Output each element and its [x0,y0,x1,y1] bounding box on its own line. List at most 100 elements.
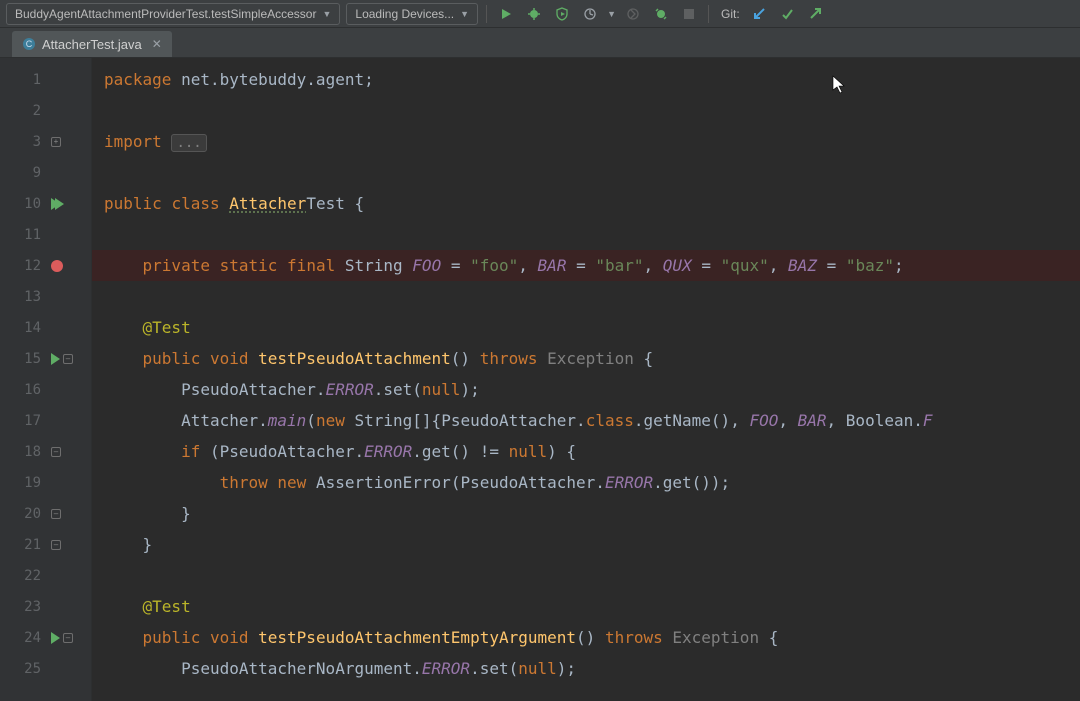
line-number: 22 [0,568,47,584]
debug-button[interactable] [523,3,545,25]
code-line[interactable]: public void testPseudoAttachment() throw… [92,343,1080,374]
fold-ellipsis[interactable]: ... [171,134,206,152]
rerun-button[interactable] [650,3,672,25]
code-line[interactable] [92,281,1080,312]
editor-tabstrip: C AttacherTest.java ✕ [0,28,1080,58]
devices-dropdown[interactable]: Loading Devices... ▼ [346,3,478,25]
gutter-row[interactable]: 1 [0,64,91,95]
run-gutter-icon[interactable] [51,353,60,365]
code-line[interactable] [92,560,1080,591]
line-number: 25 [0,661,47,677]
gutter-row[interactable]: 13 [0,281,91,312]
gutter-row[interactable]: 16 [0,374,91,405]
code-line[interactable] [92,95,1080,126]
code-line[interactable]: @Test [92,312,1080,343]
code-line[interactable]: PseudoAttacher.ERROR.set(null); [92,374,1080,405]
line-number: 11 [0,227,47,243]
line-number: 15 [0,351,47,367]
line-number: 13 [0,289,47,305]
run-button[interactable] [495,3,517,25]
gutter-row[interactable]: 22 [0,560,91,591]
gutter-icons: – [51,632,85,644]
line-number: 3 [0,134,47,150]
gutter-row[interactable]: 2 [0,95,91,126]
code-area[interactable]: package net.bytebuddy.agent; import ... … [92,58,1080,701]
code-line[interactable] [92,157,1080,188]
code-line[interactable]: } [92,529,1080,560]
gutter-row[interactable]: 19 [0,467,91,498]
gutter-row[interactable]: 18– [0,436,91,467]
tab-label: AttacherTest.java [42,37,142,52]
main-toolbar: BuddyAgentAttachmentProviderTest.testSim… [0,0,1080,28]
gutter-row[interactable]: 9 [0,157,91,188]
fold-collapse-icon[interactable]: – [63,354,73,364]
code-line[interactable]: public void testPseudoAttachmentEmptyArg… [92,622,1080,653]
code-line[interactable]: } [92,498,1080,529]
code-line[interactable]: private static final String FOO = "foo",… [92,250,1080,281]
editor-pane: 123+9101112131415–161718–1920–21–222324–… [0,58,1080,701]
profile-button[interactable] [579,3,601,25]
fold-collapse-icon[interactable]: – [51,540,61,550]
gutter-icons: – [51,447,85,457]
gutter-icons [51,198,85,210]
gutter-icons [51,260,85,272]
close-icon[interactable]: ✕ [152,37,162,51]
line-number: 21 [0,537,47,553]
stop-button[interactable] [678,3,700,25]
code-line[interactable]: public class AttacherTest { [92,188,1080,219]
svg-text:C: C [26,39,33,49]
code-line[interactable]: PseudoAttacherNoArgument.ERROR.set(null)… [92,653,1080,684]
chevron-down-icon[interactable]: ▼ [607,9,616,19]
gutter-row[interactable]: 14 [0,312,91,343]
gutter-icons: – [51,540,85,550]
gutter-icons: – [51,509,85,519]
run-config-dropdown[interactable]: BuddyAgentAttachmentProviderTest.testSim… [6,3,340,25]
editor-gutter[interactable]: 123+9101112131415–161718–1920–21–222324–… [0,58,92,701]
line-number: 12 [0,258,47,274]
devices-label: Loading Devices... [355,7,454,21]
code-line[interactable]: @Test [92,591,1080,622]
git-commit-button[interactable] [776,3,798,25]
gutter-row[interactable]: 10 [0,188,91,219]
breakpoint-icon[interactable] [51,260,63,272]
code-line[interactable]: package net.bytebuddy.agent; [92,64,1080,95]
attach-debugger-button[interactable] [622,3,644,25]
line-number: 2 [0,103,47,119]
git-pull-button[interactable] [748,3,770,25]
fold-collapse-icon[interactable]: – [63,633,73,643]
code-line[interactable]: if (PseudoAttacher.ERROR.get() != null) … [92,436,1080,467]
code-line[interactable]: throw new AssertionError(PseudoAttacher.… [92,467,1080,498]
gutter-row[interactable]: 17 [0,405,91,436]
gutter-row[interactable]: 3+ [0,126,91,157]
tab-attacher-test[interactable]: C AttacherTest.java ✕ [12,31,172,57]
code-line[interactable]: import ... [92,126,1080,157]
gutter-row[interactable]: 11 [0,219,91,250]
coverage-button[interactable] [551,3,573,25]
gutter-row[interactable]: 20– [0,498,91,529]
line-number: 20 [0,506,47,522]
fold-expand-icon[interactable]: + [51,137,61,147]
git-push-button[interactable] [804,3,826,25]
code-line[interactable]: Attacher.main(new String[]{PseudoAttache… [92,405,1080,436]
line-number: 14 [0,320,47,336]
line-number: 9 [0,165,47,181]
line-number: 16 [0,382,47,398]
run-config-label: BuddyAgentAttachmentProviderTest.testSim… [15,7,316,21]
gutter-icons: + [51,137,85,147]
gutter-row[interactable]: 23 [0,591,91,622]
gutter-row[interactable]: 25 [0,653,91,684]
run-gutter-icon[interactable] [51,632,60,644]
gutter-row[interactable]: 12 [0,250,91,281]
line-number: 19 [0,475,47,491]
line-number: 17 [0,413,47,429]
gutter-row[interactable]: 24 – [0,622,91,653]
fold-collapse-icon[interactable]: – [51,509,61,519]
gutter-row[interactable]: 15 – [0,343,91,374]
line-number: 24 [0,630,47,646]
fold-collapse-icon[interactable]: – [51,447,61,457]
run-all-gutter-icon[interactable] [51,198,64,210]
line-number: 10 [0,196,47,212]
line-number: 1 [0,72,47,88]
gutter-row[interactable]: 21– [0,529,91,560]
code-line[interactable] [92,219,1080,250]
